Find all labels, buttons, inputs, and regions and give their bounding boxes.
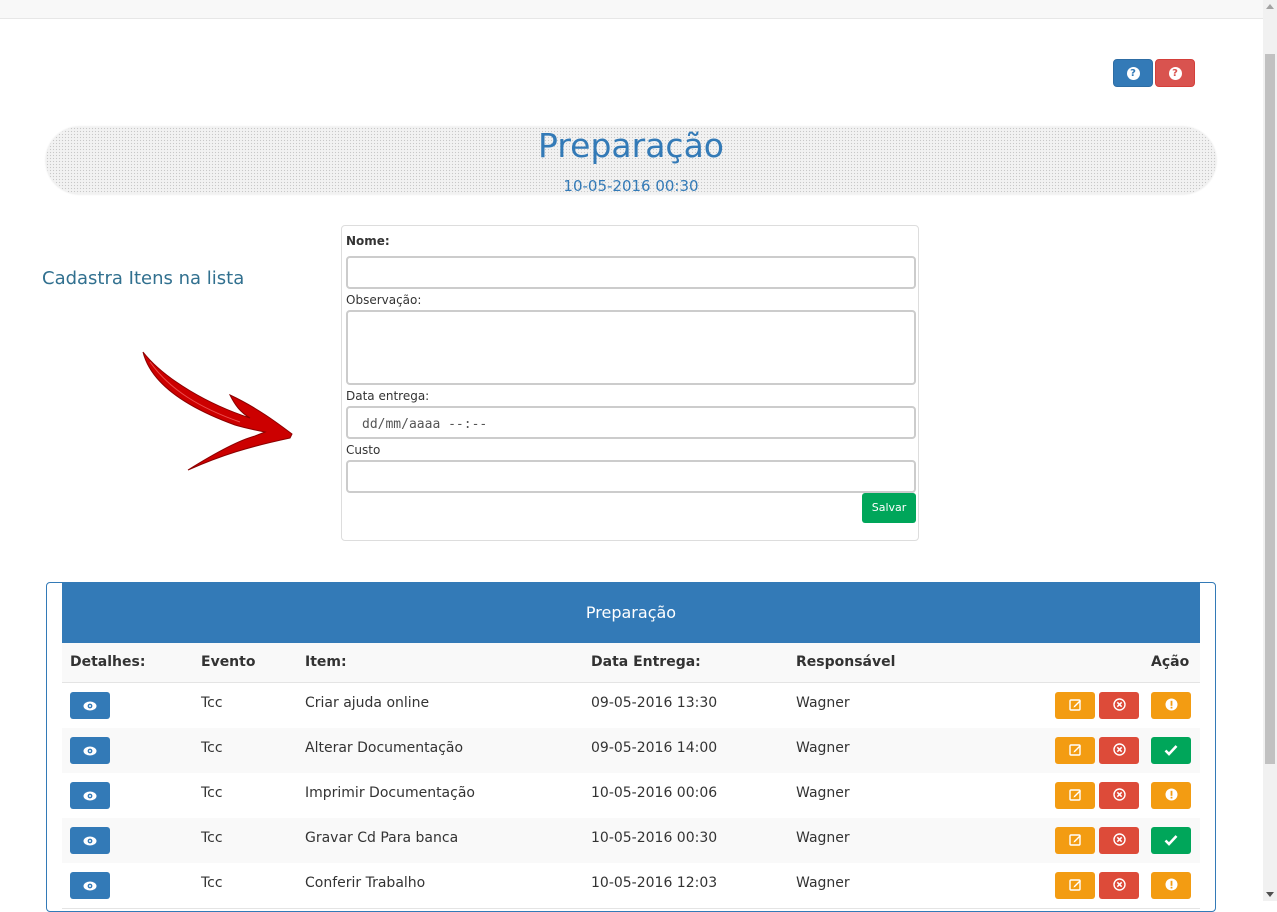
cell-evento: Tcc [201,875,223,891]
eye-icon [83,696,97,715]
remove-circle-icon [1112,831,1126,850]
cell-item: Criar ajuda online [305,695,430,711]
items-table-panel: Preparação Detalhes: Evento Item: Data E… [46,582,1216,912]
nome-input[interactable] [346,256,916,289]
eye-icon [83,786,97,805]
save-button[interactable]: Salvar [862,493,916,523]
table-header-row: Detalhes: Evento Item: Data Entrega: Res… [62,643,1200,683]
cell-item: Gravar Cd Para banca [305,830,459,846]
check-icon [1164,741,1178,760]
edit-button[interactable] [1055,827,1095,854]
help-buttons: ? ? [1113,59,1195,87]
edit-button[interactable] [1055,737,1095,764]
red-arrow-icon [142,351,293,471]
eye-icon [83,876,97,895]
col-data-entrega: Data Entrega: [591,654,701,670]
delete-button[interactable] [1099,737,1139,764]
edit-button[interactable] [1055,782,1095,809]
edit-button[interactable] [1055,692,1095,719]
top-navbar [0,0,1263,19]
exclamation-circle-icon [1165,786,1178,805]
register-items-heading: Cadastra Itens na lista [42,268,245,289]
cell-responsavel: Wagner [796,875,850,891]
help-button-blue[interactable]: ? [1113,59,1153,87]
question-circle-icon: ? [1126,66,1140,80]
observacao-textarea[interactable] [346,310,916,385]
delete-button[interactable] [1099,692,1139,719]
page-scrollbar[interactable] [1263,0,1277,901]
cell-evento: Tcc [201,785,223,801]
col-item: Item: [305,654,347,670]
delete-button[interactable] [1099,782,1139,809]
item-form: Nome: Observação: Data entrega: dd/mm/aa… [341,225,919,541]
cell-evento: Tcc [201,695,223,711]
pending-button[interactable] [1151,782,1191,809]
details-button[interactable] [70,872,110,899]
edit-icon [1068,831,1082,850]
col-acao: Ação [1151,654,1190,670]
cell-item: Imprimir Documentação [305,785,475,801]
cell-responsavel: Wagner [796,740,850,756]
event-date: 10-05-2016 00:30 [563,177,699,195]
data-entrega-input[interactable]: dd/mm/aaaa --:-- [346,406,916,439]
nome-label: Nome: [346,234,390,248]
exclamation-circle-icon [1165,876,1178,895]
col-responsavel: Responsável [796,654,896,670]
table-row: Tcc Alterar Documentação 09-05-2016 14:00 W… [62,728,1200,774]
scroll-down-icon[interactable] [1266,892,1274,897]
page-banner: Preparação 10-05-2016 00:30 [46,126,1216,195]
cell-item: Alterar Documentação [305,740,464,756]
question-circle-icon: ? [1168,66,1182,80]
cell-data-entrega: 10-05-2016 00:06 [591,785,718,801]
details-button[interactable] [70,737,110,764]
details-button[interactable] [70,827,110,854]
cell-evento: Tcc [201,740,223,756]
table-row: Tcc Criar ajuda online 09-05-2016 13:30 Wag… [62,683,1200,729]
cell-responsavel: Wagner [796,785,850,801]
edit-button[interactable] [1055,872,1095,899]
table-title: Preparação [62,583,1200,643]
edit-icon [1068,786,1082,805]
cell-data-entrega: 10-05-2016 00:30 [591,830,718,846]
custo-input[interactable] [346,460,916,493]
edit-icon [1068,876,1082,895]
table-row: Tcc Conferir Trabalho 10-05-2016 12:03 Wagn… [62,863,1200,909]
delete-button[interactable] [1099,872,1139,899]
eye-icon [83,741,97,760]
custo-label: Custo [346,443,381,457]
eye-icon [83,831,97,850]
table-row: Tcc Imprimir Documentação 10-05-2016 00:06… [62,773,1200,819]
table-row: Tcc Gravar Cd Para banca 10-05-2016 00:30 W… [62,818,1200,864]
cell-responsavel: Wagner [796,695,850,711]
remove-circle-icon [1112,696,1126,715]
scroll-up-icon[interactable] [1266,4,1274,9]
delete-button[interactable] [1099,827,1139,854]
complete-button[interactable] [1151,737,1191,764]
scrollbar-thumb[interactable] [1265,54,1275,764]
details-button[interactable] [70,692,110,719]
edit-icon [1068,696,1082,715]
help-button-red[interactable]: ? [1155,59,1195,87]
remove-circle-icon [1112,786,1126,805]
check-icon [1164,831,1178,850]
pending-button[interactable] [1151,872,1191,899]
cell-data-entrega: 10-05-2016 12:03 [591,875,718,891]
remove-circle-icon [1112,741,1126,760]
data-entrega-label: Data entrega: [346,389,430,403]
remove-circle-icon [1112,876,1126,895]
exclamation-circle-icon [1165,696,1178,715]
observacao-label: Observação: [346,293,422,307]
cell-data-entrega: 09-05-2016 14:00 [591,740,718,756]
pending-button[interactable] [1151,692,1191,719]
cell-responsavel: Wagner [796,830,850,846]
cell-item: Conferir Trabalho [305,875,426,891]
col-evento: Evento [201,654,256,670]
cell-evento: Tcc [201,830,223,846]
complete-button[interactable] [1151,827,1191,854]
cell-data-entrega: 09-05-2016 13:30 [591,695,718,711]
col-detalhes: Detalhes: [70,654,146,670]
details-button[interactable] [70,782,110,809]
page-title: Preparação [538,126,724,165]
edit-icon [1068,741,1082,760]
